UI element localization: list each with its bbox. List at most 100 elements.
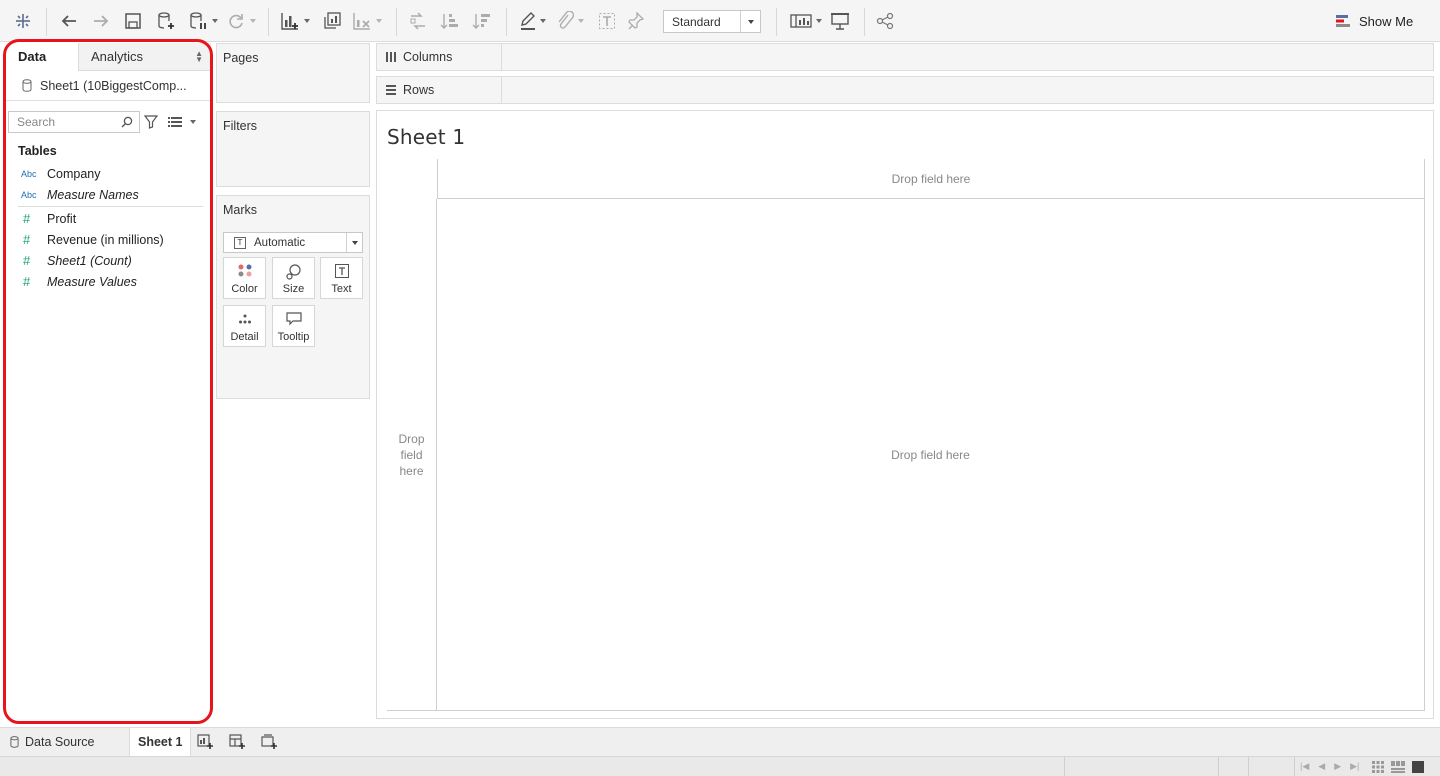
main-drop-zone[interactable]: Drop field here (437, 199, 1425, 711)
field-sheet1-count[interactable]: # Sheet1 (Count) (6, 250, 211, 271)
mark-type-select[interactable]: T Automatic (223, 232, 363, 253)
up-down-arrows-icon: ▲ ▼ (195, 49, 203, 64)
pin-axes-icon[interactable] (628, 9, 644, 33)
detail-button[interactable]: Detail (223, 305, 266, 347)
show-me-label: Show Me (1359, 13, 1414, 29)
view-options-button[interactable] (168, 116, 196, 128)
save-icon[interactable] (124, 9, 142, 33)
filters-card[interactable]: Filters (216, 111, 370, 187)
tab-analytics[interactable]: Analytics ▲ ▼ (79, 43, 211, 70)
search-icon (121, 116, 133, 128)
search-input[interactable] (17, 115, 117, 129)
dimension-measure-divider (18, 206, 203, 207)
redo-icon[interactable] (92, 9, 110, 33)
undo-icon[interactable] (60, 9, 78, 33)
duplicate-sheet-icon[interactable] (322, 9, 342, 33)
previous-sheet-icon[interactable]: ◀ (1318, 761, 1325, 772)
group-members-icon[interactable] (556, 9, 584, 33)
filter-icon[interactable] (143, 115, 159, 132)
status-bar: |◀ ◀ ▶ ▶| (0, 756, 1440, 776)
chevron-down-icon (346, 233, 362, 252)
show-me-button[interactable]: Show Me (1336, 11, 1413, 31)
database-icon (22, 79, 32, 92)
field-name: Profit (47, 211, 77, 226)
presentation-mode-icon[interactable] (830, 9, 850, 33)
share-icon[interactable] (876, 9, 894, 33)
text-mark-icon: T (234, 236, 246, 249)
tab-sheet-1[interactable]: Sheet 1 (129, 728, 192, 756)
sheet-title[interactable]: Sheet 1 (387, 125, 465, 149)
new-worksheet-icon[interactable] (280, 9, 310, 33)
chevron-down-icon (740, 11, 760, 32)
tab-data-source-label: Data Source (25, 735, 95, 749)
sort-descending-icon[interactable] (472, 9, 492, 33)
field-name: Measure Values (47, 274, 137, 289)
new-worksheet-tab-icon[interactable] (197, 728, 213, 756)
field-company[interactable]: Abc Company (6, 163, 211, 184)
datasource-item[interactable]: Sheet1 (10BiggestComp... (6, 71, 211, 101)
show-mark-labels-icon[interactable] (598, 9, 616, 33)
sort-ascending-icon[interactable] (440, 9, 460, 33)
tooltip-button[interactable]: Tooltip (272, 305, 315, 347)
text-button[interactable]: Text (320, 257, 363, 299)
status-divider (1248, 757, 1249, 776)
refresh-icon[interactable] (226, 9, 256, 33)
color-button[interactable]: Color (223, 257, 266, 299)
pane-tabs: Data Analytics ▲ ▼ (6, 43, 211, 71)
text-label: Text (331, 283, 352, 295)
field-name: Sheet1 (Count) (47, 253, 132, 268)
filters-title: Filters (223, 119, 258, 133)
field-name: Measure Names (47, 187, 139, 202)
view-size-select[interactable]: Standard (663, 10, 761, 33)
clear-sheet-icon[interactable] (352, 9, 382, 33)
search-field[interactable] (8, 111, 140, 133)
next-sheet-icon[interactable]: ▶ (1334, 761, 1341, 772)
field-name: Revenue (in millions) (47, 232, 164, 247)
tab-data-source[interactable]: Data Source (10, 728, 94, 756)
datasource-label: Sheet1 (10BiggestComp... (40, 78, 187, 93)
field-profit[interactable]: # Profit (6, 208, 211, 229)
filmstrip-view-icon[interactable] (1391, 761, 1405, 773)
grid-view-icon[interactable] (1372, 761, 1384, 773)
chevron-down-icon (250, 19, 256, 23)
status-divider (1294, 757, 1295, 776)
pause-datasource-icon[interactable] (188, 9, 218, 33)
text-icon (321, 264, 362, 278)
field-measure-names[interactable]: Abc Measure Names (6, 184, 211, 205)
size-label: Size (282, 283, 305, 295)
first-sheet-icon[interactable]: |◀ (1300, 761, 1309, 772)
columns-icon (386, 52, 396, 62)
swap-rows-columns-icon[interactable] (408, 9, 428, 33)
tableau-logo-icon[interactable] (14, 9, 32, 33)
chevron-down-icon (578, 19, 584, 23)
pages-card[interactable]: Pages (216, 43, 370, 103)
show-cards-icon[interactable] (790, 9, 822, 33)
database-icon (10, 736, 19, 748)
new-datasource-icon[interactable] (156, 9, 176, 33)
tables-heading: Tables (18, 144, 57, 158)
worksheet-canvas: Sheet 1 Drop field here Drop field here … (376, 110, 1434, 719)
dimension-type-icon: Abc (21, 189, 37, 200)
field-name: Company (47, 166, 101, 181)
columns-shelf-label: Columns (377, 44, 502, 70)
field-measure-values[interactable]: # Measure Values (6, 271, 211, 292)
measure-type-icon: # (23, 253, 31, 268)
rows-shelf[interactable]: Rows (376, 76, 1434, 104)
tab-sheet-1-label: Sheet 1 (138, 735, 183, 749)
marks-title: Marks (223, 203, 258, 217)
single-view-icon[interactable] (1412, 761, 1424, 773)
field-revenue[interactable]: # Revenue (in millions) (6, 229, 211, 250)
status-divider (1218, 757, 1219, 776)
new-story-tab-icon[interactable] (261, 728, 277, 756)
tab-data[interactable]: Data (6, 43, 79, 71)
columns-shelf[interactable]: Columns (376, 43, 1434, 71)
highlight-icon[interactable] (520, 9, 546, 33)
rows-shelf-label: Rows (377, 77, 502, 103)
tab-analytics-label: Analytics (91, 49, 144, 64)
size-icon (273, 264, 314, 280)
last-sheet-icon[interactable]: ▶| (1350, 761, 1359, 772)
size-button[interactable]: Size (272, 257, 315, 299)
row-drop-zone[interactable]: Drop field here (387, 199, 437, 711)
column-drop-zone[interactable]: Drop field here (437, 159, 1425, 199)
new-dashboard-tab-icon[interactable] (229, 728, 245, 756)
